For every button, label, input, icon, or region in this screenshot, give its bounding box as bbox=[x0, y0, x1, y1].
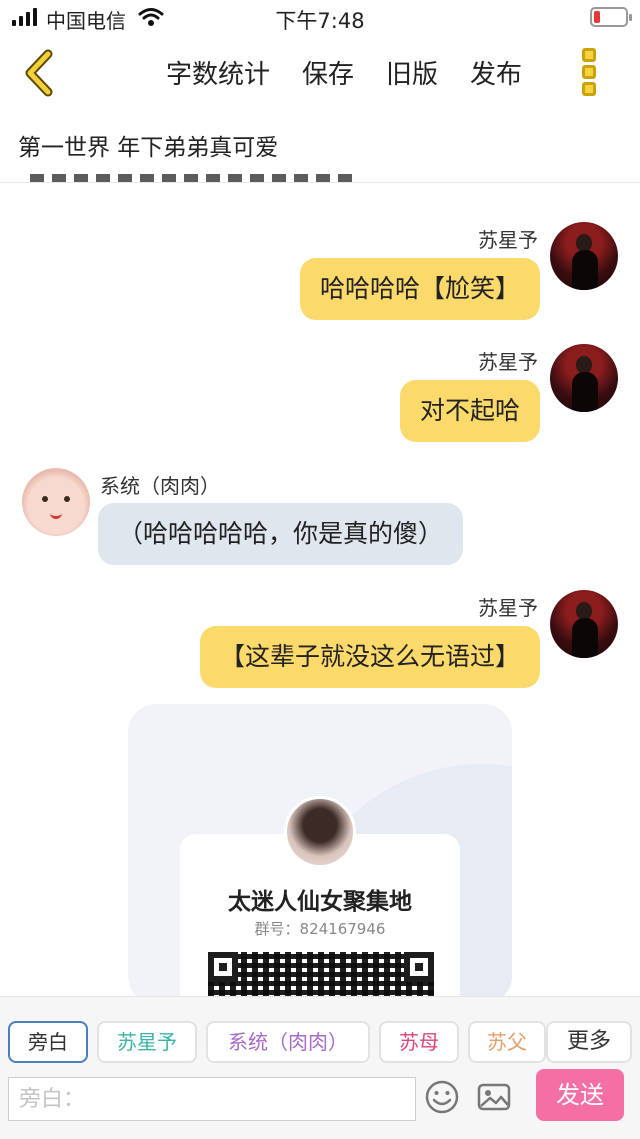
group-number: 群号：824167946 bbox=[254, 920, 386, 938]
message-input[interactable] bbox=[8, 1077, 416, 1121]
role-chip-su-xingyu[interactable]: 苏星予 bbox=[97, 1021, 197, 1063]
composer: 旁白 苏星予 系统（肉肉） 苏母 苏父 更多 发送 bbox=[0, 996, 640, 1139]
message-bubble[interactable]: 【这辈子就没这么无语过】 bbox=[199, 626, 540, 688]
sender-name: 系统（肉肉） bbox=[100, 474, 220, 498]
more-roles-button[interactable]: 更多 bbox=[546, 1021, 632, 1063]
image-icon[interactable] bbox=[476, 1079, 512, 1115]
role-chip-su-mother[interactable]: 苏母 bbox=[379, 1021, 459, 1063]
sender-name: 苏星予 bbox=[478, 596, 538, 620]
save-button[interactable]: 保存 bbox=[302, 54, 354, 91]
send-button[interactable]: 发送 bbox=[536, 1069, 624, 1121]
top-nav: 字数统计 保存 旧版 发布 bbox=[0, 36, 640, 112]
word-count-button[interactable]: 字数统计 bbox=[166, 54, 270, 91]
message-bubble[interactable]: （哈哈哈哈哈，你是真的傻） bbox=[98, 503, 464, 565]
group-name: 太迷人仙女聚集地 bbox=[228, 889, 412, 915]
group-avatar bbox=[284, 796, 356, 868]
sender-name: 苏星予 bbox=[478, 350, 538, 374]
message-bubble[interactable]: 对不起哈 bbox=[399, 380, 540, 442]
status-bar: 中国电信 下午7:48 bbox=[0, 0, 640, 36]
publish-button[interactable]: 发布 bbox=[470, 54, 522, 91]
message-bubble[interactable]: 哈哈哈哈【尬笑】 bbox=[299, 258, 540, 320]
old-version-button[interactable]: 旧版 bbox=[386, 54, 438, 91]
role-chip-system[interactable]: 系统（肉肉） bbox=[206, 1021, 370, 1063]
emoji-icon[interactable] bbox=[424, 1079, 460, 1115]
back-arrow-icon[interactable] bbox=[20, 48, 60, 98]
role-chip-narrator[interactable]: 旁白 bbox=[8, 1021, 88, 1063]
truncated-message-text bbox=[30, 166, 360, 183]
divider bbox=[0, 182, 640, 183]
avatar[interactable] bbox=[550, 222, 618, 290]
sender-name: 苏星予 bbox=[478, 228, 538, 252]
avatar[interactable] bbox=[550, 590, 618, 658]
more-menu-icon[interactable] bbox=[578, 48, 600, 100]
chapter-title: 第一世界 年下弟弟真可爱 bbox=[18, 135, 279, 161]
group-qr-card[interactable]: 太迷人仙女聚集地 群号：824167946 bbox=[128, 704, 512, 1004]
role-chip-su-father[interactable]: 苏父 bbox=[468, 1021, 546, 1063]
battery-icon bbox=[590, 7, 632, 27]
nav-actions: 字数统计 保存 旧版 发布 bbox=[166, 54, 522, 91]
avatar[interactable] bbox=[22, 468, 90, 536]
avatar[interactable] bbox=[550, 344, 618, 412]
clock: 下午7:48 bbox=[275, 9, 365, 33]
